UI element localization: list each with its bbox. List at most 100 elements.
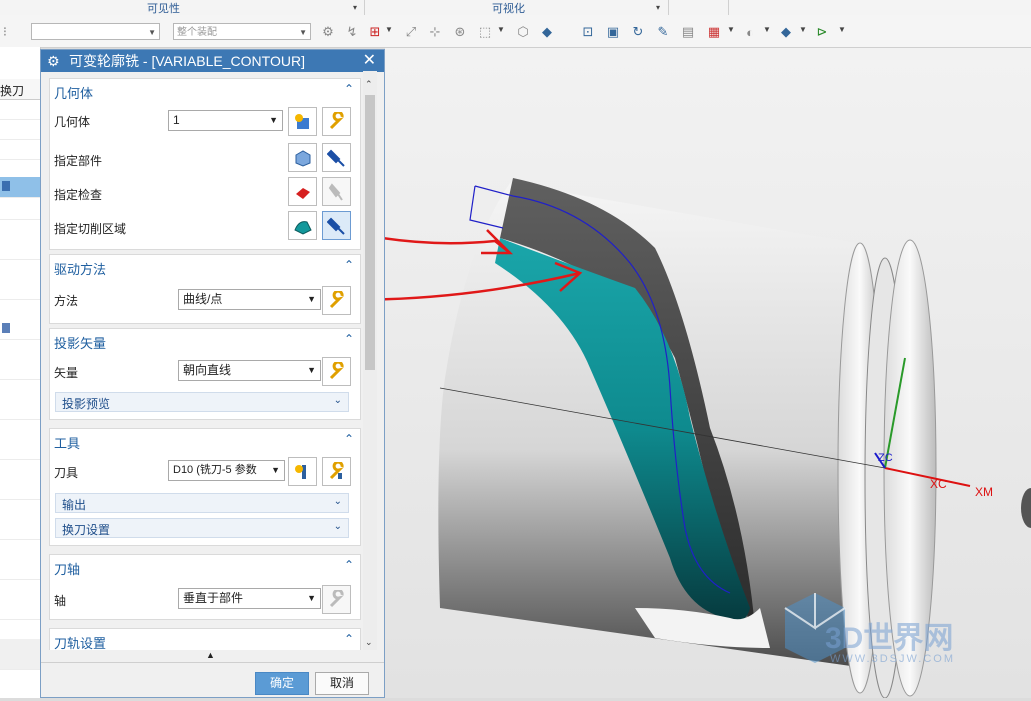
specify-cut-area-button[interactable] [288,211,317,240]
display-part-button[interactable] [322,143,351,172]
list-item[interactable] [0,279,40,300]
tool-label: 刀具 [54,466,79,480]
pan-icon[interactable]: ✎ [655,24,671,40]
part-model-view[interactable]: XC XM ZC [264,48,1031,699]
output-row[interactable]: 输出 ⌄ [55,493,349,513]
list-item[interactable] [0,319,40,340]
chevron-up-icon[interactable]: ⌃ [344,82,354,96]
scroll-down-icon[interactable]: ⌄ [365,637,373,648]
edit-axis-button [322,585,351,614]
list-item[interactable] [0,399,40,420]
list-item[interactable] [0,139,40,160]
navigator-scroll-area[interactable] [0,639,40,670]
xm-label: XM [975,485,993,499]
visibility-expand-icon[interactable]: ▾ [353,3,357,12]
fit-view-icon[interactable]: ⊡ [580,24,596,40]
section-view-icon[interactable]: ⊳ [814,24,830,40]
path-settings-section-title[interactable]: 刀轨设置 [54,633,106,652]
list-item[interactable] [0,599,40,620]
chevron-up-icon[interactable]: ⌃ [344,558,354,572]
close-icon[interactable]: ✕ [363,50,376,72]
ok-button[interactable]: 确定 [255,672,309,695]
cancel-button[interactable]: 取消 [315,672,369,695]
chevron-up-icon[interactable]: ⌃ [344,432,354,446]
edit-geometry-button[interactable] [322,107,351,136]
dialog-title: 可变轮廓铣 - [VARIABLE_CONTOUR] [69,53,305,69]
navigator-column-header[interactable]: 换刀 [0,79,40,100]
geometry-dropdown[interactable]: 1 ▼ [168,110,283,131]
midpoint-icon[interactable]: ⊹ [427,24,443,40]
list-item[interactable] [0,479,40,500]
variable-contour-dialog: ⚙ 可变轮廓铣 - [VARIABLE_CONTOUR] ✕ 几何体 ⌃ 几何体… [40,49,385,698]
tool-change-settings-row[interactable]: 换刀设置 ⌄ [55,518,349,538]
layer-icon[interactable]: ▤ [680,24,696,40]
list-item[interactable] [0,239,40,260]
edit-tool-button[interactable] [322,457,351,486]
chevron-down-icon: ⌄ [333,496,342,507]
scroll-up-icon[interactable]: ⌃ [365,79,373,90]
geometry-section-title[interactable]: 几何体 [54,83,93,102]
box-select-icon[interactable]: ⬚ [477,24,493,40]
type-filter-dropdown[interactable]: ▼ [31,23,160,40]
chevron-up-icon[interactable]: ⌃ [344,258,354,272]
select-all-icon[interactable]: ⚙ [320,24,336,40]
list-item[interactable] [0,119,40,140]
chevron-down-icon: ⌄ [333,521,342,532]
list-item[interactable] [0,99,40,120]
list-item[interactable] [0,559,40,580]
drive-method-dropdown[interactable]: 曲线/点 ▼ [178,289,321,310]
projection-preview-row[interactable]: 投影预览 ⌄ [55,392,349,412]
geometry-section: 几何体 ⌃ 几何体 1 ▼ 指定部件 指定检查 指定切削区域 [49,78,361,250]
cube-icon[interactable]: ◆ [539,24,555,40]
chevron-down-icon: ⌄ [333,395,342,406]
list-item-selected[interactable] [0,177,40,198]
render-style-icon[interactable]: ▦ [706,24,722,40]
new-tool-button[interactable] [288,457,317,486]
axis-dropdown[interactable]: 垂直于部件 ▼ [178,588,321,609]
navigator-strip: 换刀 [0,47,41,698]
shaded-cube-icon[interactable]: ⬡ [515,24,531,40]
new-geometry-button[interactable] [288,107,317,136]
rotate-icon[interactable]: ↻ [630,24,646,40]
list-item[interactable] [0,359,40,380]
chevron-up-icon[interactable]: ⌃ [344,632,354,646]
tool-change-icon [2,181,10,191]
projection-section-title[interactable]: 投影矢量 [54,333,106,352]
projection-vector-section: 投影矢量 ⌃ 矢量 朝向直线 ▼ 投影预览 ⌄ [49,328,361,420]
watermark-url: WWW.3DSJW.COM [830,653,955,665]
chevron-up-icon[interactable]: ⌃ [344,332,354,346]
view-orient-icon[interactable]: ◆ [778,24,794,40]
assembly-scope-dropdown[interactable]: 整个装配 ▼ [173,23,311,40]
list-item[interactable] [0,439,40,460]
pick-point-icon[interactable]: ⊞ [367,24,383,40]
display-cut-area-button[interactable] [322,211,351,240]
specify-cut-area-label: 指定切削区域 [54,222,127,236]
list-item[interactable] [0,199,40,220]
zoom-icon[interactable]: ▣ [605,24,621,40]
drive-method-section: 驱动方法 ⌃ 方法 曲线/点 ▼ [49,254,361,324]
edit-vector-button[interactable] [322,357,351,386]
lighting-icon[interactable]: ◐ [742,24,758,40]
edit-drive-method-button[interactable] [322,286,351,315]
menu-fragment-icon[interactable]: ⁝ [0,24,10,40]
specify-part-label: 指定部件 [54,154,103,168]
drive-method-section-title[interactable]: 驱动方法 [54,259,106,278]
path-settings-section: 刀轨设置 ⌃ [49,628,361,652]
vector-dropdown[interactable]: 朝向直线 ▼ [178,360,321,381]
tool-section-title[interactable]: 工具 [54,433,80,452]
tool-axis-section: 刀轴 ⌃ 轴 垂直于部件 ▼ [49,554,361,620]
tool-change-icon [2,323,10,333]
snap-icon[interactable]: ↯ [344,24,360,40]
tool-axis-section-title[interactable]: 刀轴 [54,559,80,578]
dialog-title-bar[interactable]: ⚙ 可变轮廓铣 - [VARIABLE_CONTOUR] ✕ [41,50,384,72]
endpoint-icon[interactable]: ⤢ [403,24,419,40]
tool-dropdown[interactable]: D10 (铣刀-5 参数 ▼ [168,460,285,481]
intersection-icon[interactable]: ⊛ [452,24,468,40]
specify-part-button[interactable] [288,143,317,172]
specify-check-button[interactable] [288,177,317,206]
list-item[interactable] [0,519,40,540]
graphics-viewport[interactable]: XC XM ZC 3D世界网 WWW.3DSJW.COM [264,48,1031,699]
scrollbar-thumb[interactable] [365,95,375,370]
collapse-arrow-icon[interactable]: ▲ [206,650,215,660]
visualization-expand-icon[interactable]: ▾ [656,3,660,12]
